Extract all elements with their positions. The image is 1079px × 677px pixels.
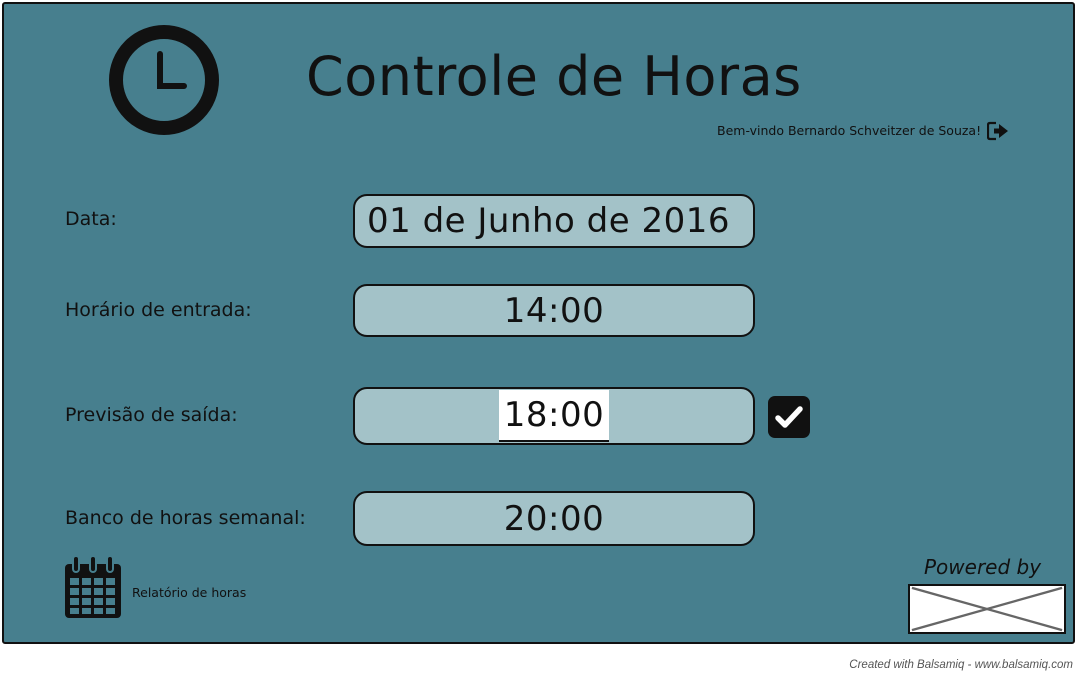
powered-by-label: Powered by — [924, 555, 1042, 579]
hours-bank-label: Banco de horas semanal: — [65, 507, 306, 529]
confirm-exit-checkbox[interactable] — [768, 396, 810, 438]
app-window: Controle de Horas Bem-vindo Bernardo Sch… — [2, 2, 1075, 644]
logout-icon[interactable] — [987, 121, 1009, 141]
calendar-icon[interactable] — [63, 554, 123, 620]
exit-forecast-label: Previsão de saída: — [65, 404, 238, 426]
date-value: 01 de Junho de 2016 — [367, 201, 730, 241]
exit-forecast-input[interactable]: 18:00 — [499, 390, 609, 442]
hours-bank-field[interactable]: 20:00 — [353, 491, 755, 546]
entry-time-value: 14:00 — [503, 290, 605, 331]
hours-bank-value: 20:00 — [503, 498, 605, 539]
entry-time-field[interactable]: 14:00 — [353, 284, 755, 337]
balsamiq-credit: Created with Balsamiq - www.balsamiq.com — [849, 659, 1073, 671]
welcome-bar: Bem-vindo Bernardo Schveitzer de Souza! — [717, 121, 1009, 141]
entry-time-label: Horário de entrada: — [65, 299, 252, 321]
page-title: Controle de Horas — [306, 45, 802, 108]
date-label: Data: — [65, 208, 117, 230]
welcome-text: Bem-vindo Bernardo Schveitzer de Souza! — [717, 123, 982, 138]
checkmark-icon — [775, 406, 803, 428]
exit-forecast-field[interactable]: 18:00 — [353, 387, 755, 445]
hours-report-link[interactable]: Relatório de horas — [132, 584, 246, 602]
logo-placeholder-image — [908, 584, 1066, 634]
date-field[interactable]: 01 de Junho de 2016 — [353, 194, 755, 248]
exit-forecast-value: 18:00 — [503, 395, 605, 435]
clock-icon — [109, 25, 219, 135]
